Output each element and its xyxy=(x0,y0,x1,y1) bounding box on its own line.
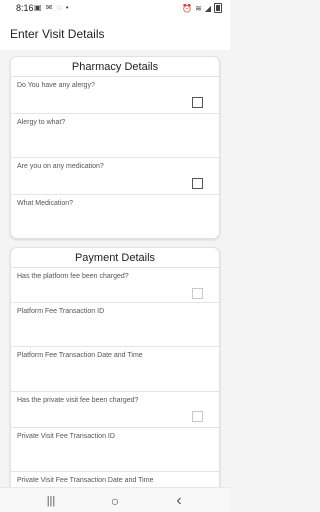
allergy-to-what-field[interactable]: Alergy to what? xyxy=(11,114,219,158)
allergy-to-what-label: Alergy to what? xyxy=(17,119,66,126)
allergy-checkbox[interactable] xyxy=(192,97,203,108)
private-visit-fee-charged-checkbox[interactable] xyxy=(192,411,203,422)
platform-fee-charged-label: Has the platform fee been charged? xyxy=(17,273,129,280)
payment-details-title: Payment Details xyxy=(11,248,219,268)
pharmacy-details-title: Pharmacy Details xyxy=(11,57,219,77)
platform-fee-transaction-id-label: Platform Fee Transaction ID xyxy=(17,308,105,315)
private-visit-fee-charged-field: Has the private visit fee been charged? xyxy=(11,392,219,428)
what-medication-label: What Medication? xyxy=(17,200,74,207)
wifi-icon: ≋ xyxy=(195,3,202,13)
app-notification-icon: ▣ xyxy=(34,3,43,12)
platform-fee-date-time-field[interactable]: Platform Fee Transaction Date and Time xyxy=(11,347,219,392)
payment-details-card: Payment Details Has the platform fee bee… xyxy=(10,247,220,487)
medication-question-label: Are you on any medication? xyxy=(17,163,104,170)
battery-icon xyxy=(214,3,222,13)
home-icon[interactable]: ○ xyxy=(100,492,130,510)
page-title: Enter Visit Details xyxy=(10,27,105,41)
pharmacy-details-card: Pharmacy Details Do You have any alergy?… xyxy=(10,56,220,239)
private-visit-fee-date-time-label: Private Visit Fee Transaction Date and T… xyxy=(17,477,154,484)
back-icon[interactable]: ‹ xyxy=(164,492,194,510)
platform-fee-transaction-id-field[interactable]: Platform Fee Transaction ID xyxy=(11,303,219,347)
visit-details-form[interactable]: Pharmacy Details Do You have any alergy?… xyxy=(0,50,230,487)
chat-icon: ◌ xyxy=(56,3,63,12)
mail-icon: ✉ xyxy=(45,3,54,12)
app-header: Enter Visit Details xyxy=(0,18,230,50)
private-visit-fee-charged-label: Has the private visit fee been charged? xyxy=(17,397,139,404)
recents-icon[interactable]: ||| xyxy=(36,492,66,510)
status-bar: 8:16 ▣ ✉ ◌ • ⏰ ≋ ◢ xyxy=(0,0,230,18)
medication-checkbox[interactable] xyxy=(192,178,203,189)
platform-fee-charged-field: Has the platform fee been charged? xyxy=(11,268,219,303)
allergy-question-field: Do You have any alergy? xyxy=(11,77,219,114)
system-navigation-bar: ||| ○ ‹ xyxy=(0,487,230,512)
status-time: 8:16 xyxy=(16,3,34,13)
private-visit-fee-transaction-id-field[interactable]: Private Visit Fee Transaction ID xyxy=(11,428,219,472)
alarm-icon: ⏰ xyxy=(182,3,193,13)
more-icon: • xyxy=(65,3,70,12)
allergy-question-label: Do You have any alergy? xyxy=(17,82,95,89)
status-left-icons: ▣ ✉ ◌ • xyxy=(34,3,70,12)
medication-question-field: Are you on any medication? xyxy=(11,158,219,195)
lte-signal-icon: ◢ xyxy=(204,3,211,13)
status-right-icons: ⏰ ≋ ◢ xyxy=(182,3,222,13)
private-visit-fee-date-time-field[interactable]: Private Visit Fee Transaction Date and T… xyxy=(11,472,219,487)
platform-fee-charged-checkbox[interactable] xyxy=(192,288,203,299)
platform-fee-date-time-label: Platform Fee Transaction Date and Time xyxy=(17,352,143,359)
private-visit-fee-transaction-id-label: Private Visit Fee Transaction ID xyxy=(17,433,115,440)
what-medication-field[interactable]: What Medication? xyxy=(11,195,219,238)
